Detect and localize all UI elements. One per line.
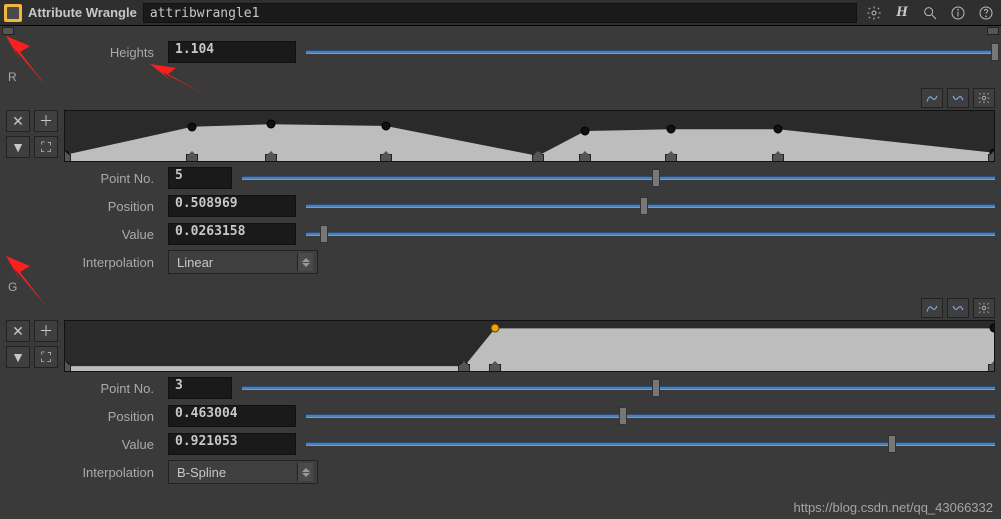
- ramp-control-point[interactable]: [491, 324, 500, 333]
- ramp-r-header: [0, 86, 1001, 110]
- ramp-g-interp-dropdown[interactable]: B-Spline: [168, 460, 318, 484]
- channel-r-label: R: [0, 68, 1001, 86]
- ramp-g-interp-label: Interpolation: [6, 465, 162, 480]
- ramp-r-add-button[interactable]: ＋: [34, 110, 58, 132]
- ramp-control-marker[interactable]: [665, 152, 677, 162]
- info-icon[interactable]: [947, 2, 969, 24]
- ramp-control-marker[interactable]: [64, 362, 71, 372]
- ramp-r-params: Point No. 5 Position 0.508969 Value 0.02…: [0, 162, 1001, 278]
- ramp-r-side-controls: ✕ ＋ ▼ ⛶: [6, 110, 60, 158]
- ramp-control-marker[interactable]: [532, 152, 544, 162]
- ramp-r-pointno-slider[interactable]: [242, 167, 995, 189]
- ramp-g-delete-button[interactable]: ✕: [6, 320, 30, 342]
- ramp-r-position-slider[interactable]: [306, 195, 995, 217]
- heights-field[interactable]: 1.104: [168, 41, 296, 63]
- slider-thumb[interactable]: [652, 379, 660, 397]
- ramp-control-point[interactable]: [990, 324, 996, 333]
- ramp-r-interp-label: Interpolation: [6, 255, 162, 270]
- heights-row: Heights 1.104: [6, 38, 995, 66]
- slider-thumb[interactable]: [619, 407, 627, 425]
- search-icon[interactable]: [919, 2, 941, 24]
- ramp-r-delete-button[interactable]: ✕: [6, 110, 30, 132]
- ramp-g-gear-icon[interactable]: [973, 298, 995, 318]
- ramp-r-gear-icon[interactable]: [973, 88, 995, 108]
- chevron-updown-icon: [297, 253, 313, 271]
- ramp-control-marker[interactable]: [64, 152, 71, 162]
- ramp-g-value-label: Value: [6, 437, 162, 452]
- slider-thumb[interactable]: [320, 225, 328, 243]
- ramp-g-header: [0, 296, 1001, 320]
- heights-label: Heights: [6, 45, 162, 60]
- node-type-icon: [4, 4, 22, 22]
- ramp-control-marker[interactable]: [579, 152, 591, 162]
- ramp-control-marker[interactable]: [186, 152, 198, 162]
- scroll-left-nub[interactable]: [2, 27, 14, 35]
- ramp-g-value-field[interactable]: 0.921053: [168, 433, 296, 455]
- ramp-r-position-field[interactable]: 0.508969: [168, 195, 296, 217]
- help-icon[interactable]: [975, 2, 997, 24]
- chevron-updown-icon: [297, 463, 313, 481]
- ramp-g-fit-button[interactable]: ⛶: [34, 346, 58, 368]
- heights-slider-thumb[interactable]: [991, 43, 999, 61]
- scroll-right-nub[interactable]: [987, 27, 999, 35]
- heights-slider[interactable]: [306, 41, 995, 63]
- ramp-r-pointno-field[interactable]: 5: [168, 167, 232, 189]
- ramp-control-marker[interactable]: [265, 152, 277, 162]
- ramp-g-position-slider[interactable]: [306, 405, 995, 427]
- ramp-g-preset-prev-icon[interactable]: [921, 298, 943, 318]
- watermark-text: https://blog.csdn.net/qq_43066332: [794, 500, 994, 515]
- node-header: Attribute Wrangle attribwrangle1 H: [0, 0, 1001, 26]
- node-name-field[interactable]: attribwrangle1: [143, 3, 857, 23]
- gear-icon[interactable]: [863, 2, 885, 24]
- ramp-r-value-label: Value: [6, 227, 162, 242]
- ramp-g-pointno-slider[interactable]: [242, 377, 995, 399]
- ramp-r-preset-prev-icon[interactable]: [921, 88, 943, 108]
- ramp-control-point[interactable]: [666, 125, 675, 134]
- ramp-control-point[interactable]: [188, 122, 197, 131]
- ramp-g-params: Point No. 3 Position 0.463004 Value 0.92…: [0, 372, 1001, 488]
- ramp-g-pointno-label: Point No.: [6, 381, 162, 396]
- ramp-r-value-slider[interactable]: [306, 223, 995, 245]
- ramp-g-interp-value: B-Spline: [177, 465, 226, 480]
- ramp-r-interp-dropdown[interactable]: Linear: [168, 250, 318, 274]
- ramp-r-pointno-label: Point No.: [6, 171, 162, 186]
- ramp-g-canvas[interactable]: [64, 320, 995, 372]
- ramp-r-fit-button[interactable]: ⛶: [34, 136, 58, 158]
- ramp-control-point[interactable]: [267, 120, 276, 129]
- tab-scroll-row: [0, 26, 1001, 36]
- ramp-r-interp-value: Linear: [177, 255, 213, 270]
- ramp-control-point[interactable]: [774, 125, 783, 134]
- node-type-label: Attribute Wrangle: [28, 5, 137, 20]
- ramp-g-pointno-field[interactable]: 3: [168, 377, 232, 399]
- ramp-control-point[interactable]: [381, 121, 390, 130]
- ramp-control-marker[interactable]: [489, 362, 501, 372]
- ramp-control-marker[interactable]: [772, 152, 784, 162]
- ramp-g-add-button[interactable]: ＋: [34, 320, 58, 342]
- ramp-control-marker[interactable]: [380, 152, 392, 162]
- ramp-g-position-field[interactable]: 0.463004: [168, 405, 296, 427]
- ramp-control-marker[interactable]: [458, 362, 470, 372]
- slider-thumb[interactable]: [652, 169, 660, 187]
- ramp-g-side-controls: ✕ ＋ ▼ ⛶: [6, 320, 60, 368]
- ramp-g-position-label: Position: [6, 409, 162, 424]
- channel-g-label: G: [0, 278, 1001, 296]
- ramp-control-marker[interactable]: [988, 362, 995, 372]
- slider-thumb[interactable]: [640, 197, 648, 215]
- ramp-g-collapse-button[interactable]: ▼: [6, 346, 30, 368]
- ramp-r-preset-next-icon[interactable]: [947, 88, 969, 108]
- slider-thumb[interactable]: [888, 435, 896, 453]
- ramp-control-marker[interactable]: [988, 152, 995, 162]
- ramp-r-position-label: Position: [6, 199, 162, 214]
- ramp-g-preset-next-icon[interactable]: [947, 298, 969, 318]
- ramp-r-canvas[interactable]: [64, 110, 995, 162]
- ramp-control-point[interactable]: [581, 126, 590, 135]
- ramp-r-value-field[interactable]: 0.0263158: [168, 223, 296, 245]
- ramp-r-collapse-button[interactable]: ▼: [6, 136, 30, 158]
- houdini-help-icon[interactable]: H: [891, 2, 913, 24]
- ramp-g-value-slider[interactable]: [306, 433, 995, 455]
